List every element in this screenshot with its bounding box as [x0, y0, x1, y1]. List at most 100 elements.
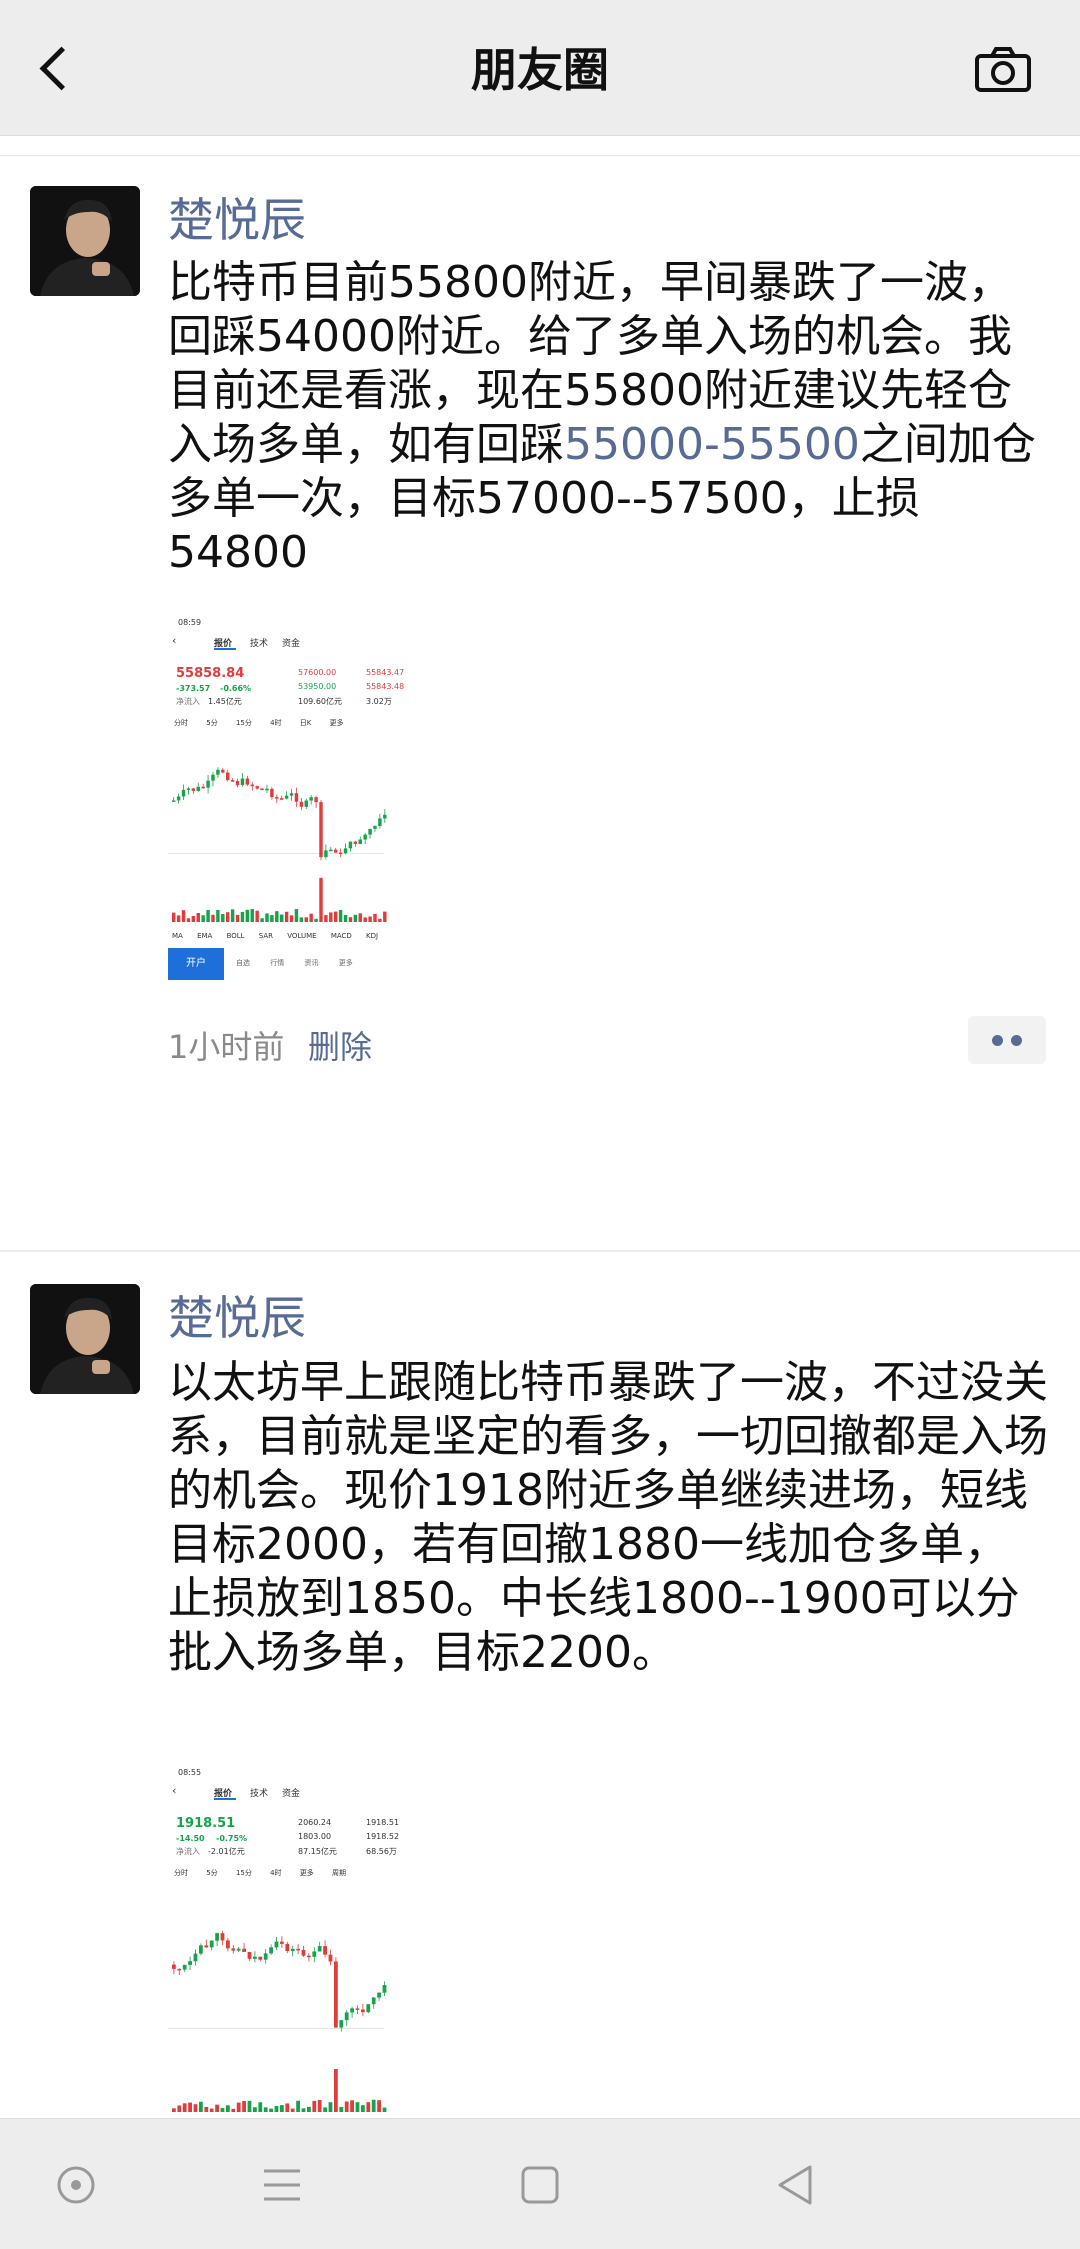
post-author[interactable]: 楚悦辰 — [168, 1288, 306, 1348]
period-tab: 15分 — [235, 1869, 252, 1877]
volume-bar — [309, 913, 313, 922]
volume-bar — [358, 913, 362, 922]
candle — [371, 1997, 376, 2005]
volume-bar — [193, 2104, 198, 2112]
nav-square-icon[interactable] — [510, 2155, 570, 2215]
candle — [312, 1951, 317, 1957]
feed-top-gap — [0, 136, 1080, 156]
candle — [193, 1953, 198, 1962]
candle — [363, 834, 367, 840]
candle — [269, 1947, 273, 1954]
avatar[interactable] — [30, 186, 140, 296]
candle — [186, 788, 191, 790]
candle — [280, 798, 284, 800]
period-tab: 分时 — [174, 719, 188, 727]
change: -373.57 — [176, 684, 211, 693]
nav-back-icon[interactable] — [766, 2155, 826, 2215]
candle — [366, 2004, 371, 2013]
candle — [348, 841, 353, 849]
period-tab: 4时 — [270, 1869, 282, 1877]
volume-bar — [265, 913, 269, 922]
volume-bar — [201, 915, 205, 922]
candle — [368, 828, 372, 835]
post-image[interactable]: 08:59 ‹ 报价 技术 资金 55858.84 -373.57 -0.66%… — [168, 614, 414, 998]
volume-bar — [294, 909, 299, 922]
candle — [204, 1945, 209, 1948]
candle — [236, 1948, 241, 1951]
period-tabs: 分时 5分 15分 4时 日K 更多 — [174, 718, 344, 728]
volume-bar — [220, 2108, 225, 2112]
bottom-tab: 更多 — [338, 959, 353, 967]
candle — [350, 2008, 354, 2013]
status-time: 08:55 — [178, 1768, 202, 1777]
volume-bar — [307, 2106, 311, 2112]
period-tab: 更多 — [329, 719, 344, 727]
amount: 87.15亿元 — [298, 1847, 337, 1856]
volume-bar — [296, 2100, 300, 2112]
volume-bar — [206, 909, 210, 922]
price: 1918.51 — [176, 1816, 236, 1831]
net-inflow-label: 净流入 — [176, 1847, 200, 1856]
volume-bar — [363, 917, 367, 922]
candle — [383, 814, 387, 819]
candle — [255, 786, 259, 789]
nav-home-icon[interactable] — [46, 2155, 106, 2215]
low: 53950.00 — [298, 682, 337, 691]
indicator-tab: VOLUME — [287, 932, 317, 940]
period-tab: 日K — [299, 719, 312, 727]
post-author[interactable]: 楚悦辰 — [168, 190, 306, 250]
indicator-tab: MA — [172, 932, 183, 940]
candle — [188, 1961, 192, 1965]
candle — [307, 1955, 311, 1958]
volume: 3.02万 — [366, 697, 392, 706]
volume-bar — [299, 917, 304, 922]
amount: 109.60亿元 — [298, 697, 342, 706]
candle — [270, 788, 274, 798]
indicator-tab: BOLL — [226, 932, 245, 940]
candle — [172, 1964, 176, 1969]
candle — [274, 1941, 279, 1948]
low: 1803.00 — [298, 1832, 332, 1841]
volume-bar — [314, 918, 318, 922]
camera-icon[interactable] — [974, 46, 1032, 94]
volume-bar — [236, 2102, 241, 2112]
candle — [344, 2012, 349, 2021]
net-inflow-label: 净流入 — [176, 697, 200, 706]
candle — [231, 1948, 236, 1951]
candle — [343, 848, 348, 854]
volume-bar — [317, 2099, 322, 2112]
candle — [358, 839, 362, 844]
candle — [334, 849, 338, 853]
more-dots-icon[interactable] — [968, 1016, 1046, 1064]
delete-link[interactable]: 删除 — [308, 1022, 372, 1068]
volume-bar — [377, 2100, 381, 2112]
candle — [378, 818, 382, 826]
volume-bar — [328, 2102, 333, 2112]
candle — [338, 852, 343, 855]
volume-bar — [188, 2102, 192, 2112]
volume-bar — [240, 911, 245, 922]
candle — [329, 849, 333, 852]
change-pct: -0.75% — [216, 1834, 248, 1843]
candle — [250, 784, 254, 787]
candle — [260, 788, 264, 791]
volume-bar — [319, 877, 323, 922]
volume-bar — [230, 909, 235, 922]
post-link[interactable]: 55000-55500 — [564, 419, 860, 470]
volume-bar — [280, 2105, 284, 2112]
tab-indicator — [214, 1798, 236, 1800]
avatar[interactable] — [30, 1284, 140, 1394]
candle — [206, 780, 210, 788]
high: 2060.24 — [298, 1818, 332, 1827]
nav-menu-icon[interactable] — [252, 2155, 312, 2215]
post-time: 1小时前 — [168, 1028, 285, 1066]
candle — [263, 1953, 268, 1960]
volume-bar — [274, 2105, 279, 2112]
post-image[interactable]: 08:55 ‹ 报价 技术 资金 1918.51 -14.50 -0.75% 净… — [168, 1764, 414, 2118]
top-bar: 朋友圈 — [0, 0, 1080, 136]
volume-bar — [361, 2105, 365, 2112]
volume-bar — [211, 914, 215, 922]
volume-bar — [280, 914, 284, 922]
bottom-tab: 自选 — [236, 959, 250, 967]
candle — [289, 793, 294, 796]
